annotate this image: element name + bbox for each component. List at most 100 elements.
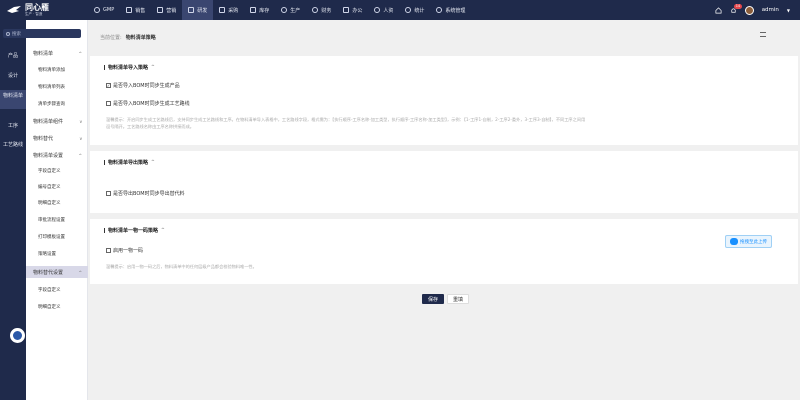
rail-item-bom[interactable]: 物料清单 xyxy=(0,90,26,109)
submenu-item-strategy[interactable]: 策略设置 xyxy=(26,249,88,259)
system-icon xyxy=(436,7,443,13)
menu-search-input[interactable]: 搜索 xyxy=(3,29,81,38)
nav-office[interactable]: 办公 xyxy=(337,0,368,20)
submenu-item-sub-detail-custom[interactable]: 明细自定义 xyxy=(26,302,88,312)
export-strategy-card: 物料清单导出策略 ^ 是否导出BOM时同步导出替代料 xyxy=(90,151,798,213)
logo[interactable]: 同心雁 生产 · 智造 xyxy=(0,0,88,20)
logo-bird-icon xyxy=(7,6,21,13)
checkbox-icon[interactable] xyxy=(106,101,111,106)
section-header[interactable]: 物料清单导入策略 ^ xyxy=(104,64,155,71)
import-tip: 温馨提示：开启同步生成工艺路线后，支持同步生成工艺路线和工序。在物料清单导入表格… xyxy=(106,116,796,130)
group-label: 物料清单组件 xyxy=(33,118,64,125)
production-icon xyxy=(281,7,288,13)
search-placeholder: 搜索 xyxy=(12,31,21,37)
upload-dropzone[interactable]: 拖拽至此上传 xyxy=(725,235,772,248)
one-code-strategy-card: 物料清单一物一码策略 ^ 启用一物一码 温馨提示：启用一物一码之后，物料清单中的… xyxy=(90,219,798,284)
nav-finance[interactable]: 财务 xyxy=(306,0,337,20)
nav-marketing[interactable]: 营销 xyxy=(151,0,182,20)
hr-icon xyxy=(374,7,381,13)
nav-sales[interactable]: 销售 xyxy=(120,0,151,20)
reset-button[interactable]: 重填 xyxy=(447,294,469,304)
avatar[interactable] xyxy=(744,5,754,15)
submenu-item-step-query[interactable]: 清单步骤查询 xyxy=(26,99,88,109)
nav-inventory[interactable]: 库存 xyxy=(244,0,275,20)
upload-label: 拖拽至此上传 xyxy=(740,239,767,245)
submenu-item-bom-list[interactable]: 物料清单列表 xyxy=(26,82,88,92)
finance-icon xyxy=(312,7,319,13)
checkbox-icon[interactable] xyxy=(106,248,111,253)
submenu-item-code-custom[interactable]: 编号自定义 xyxy=(26,182,88,192)
option-one-code[interactable]: 启用一物一码 xyxy=(106,247,143,254)
notification-badge: 14 xyxy=(733,3,743,9)
import-strategy-card: 物料清单导入策略 ^ ✓ 是否导入BOM时同步生成产品 是否导入BOM时同步生成… xyxy=(90,56,798,145)
nav-system[interactable]: 系统管理 xyxy=(430,0,471,20)
user-area: 14 admin ▼ xyxy=(715,3,800,15)
section-header[interactable]: 物料清单导出策略 ^ xyxy=(104,159,155,166)
submenu: 物料清单 ^ 物料清单添加 物料清单列表 清单步骤查询 物料清单组件 v 物料替代 v… xyxy=(26,20,88,400)
cloud-upload-icon xyxy=(730,238,738,245)
option-label: 是否导入BOM时同步生成工艺路线 xyxy=(113,101,190,107)
chevron-down-icon: v xyxy=(79,135,82,141)
nav-hr[interactable]: 人资 xyxy=(368,0,399,20)
submenu-item-detail-custom[interactable]: 明细自定义 xyxy=(26,198,88,208)
rail-item-routing[interactable]: 工艺路线 xyxy=(0,140,26,156)
submenu-group-substitute[interactable]: 物料替代 v xyxy=(26,133,88,143)
nav-label: GMP xyxy=(103,7,115,13)
option-sync-product[interactable]: ✓ 是否导入BOM时同步生成产品 xyxy=(106,82,180,89)
option-export-substitute[interactable]: 是否导出BOM时同步导出替代料 xyxy=(106,190,185,197)
nav-rnd[interactable]: 研发 xyxy=(182,0,214,20)
group-label: 物料替代设置 xyxy=(33,269,64,276)
submenu-item-bom-add[interactable]: 物料清单添加 xyxy=(26,65,88,75)
tip-line: 逗号隔开。工艺路线名称由工序名称拼接而成。 xyxy=(106,124,194,129)
purchase-icon xyxy=(219,7,226,13)
submenu-group-bom-settings[interactable]: 物料清单设置 ^ xyxy=(26,150,88,160)
nav-label: 财务 xyxy=(321,7,332,14)
main-content: 当前位置: 物料清单策略 物料清单导入策略 ^ ✓ 是否导入BOM时同步生成产品 … xyxy=(88,20,800,400)
menu-toggle-icon[interactable] xyxy=(760,32,766,37)
submenu-group-bom[interactable]: 物料清单 ^ xyxy=(26,48,88,58)
group-label: 物料替代 xyxy=(33,135,54,142)
submenu-item-sub-field-custom[interactable]: 字段自定义 xyxy=(26,285,88,295)
option-label: 是否导入BOM时同步生成产品 xyxy=(113,83,180,89)
help-button[interactable] xyxy=(10,328,25,343)
nav-gmp[interactable]: GMP xyxy=(88,0,120,20)
section-bar xyxy=(104,228,105,233)
home-icon[interactable] xyxy=(715,6,722,14)
gmp-icon xyxy=(94,7,100,13)
username[interactable]: admin xyxy=(762,7,779,13)
nav-label: 库存 xyxy=(259,7,270,14)
chevron-down-icon: v xyxy=(79,118,82,124)
nav-label: 统计 xyxy=(414,7,425,14)
submenu-item-field-custom[interactable]: 字段自定义 xyxy=(26,166,88,176)
sales-icon xyxy=(126,7,133,13)
rail-item-design[interactable]: 设计 xyxy=(0,71,26,81)
nav-purchase[interactable]: 采购 xyxy=(213,0,244,20)
checkbox-checked-icon[interactable]: ✓ xyxy=(106,83,111,88)
checkbox-icon[interactable] xyxy=(106,191,111,196)
main-nav: GMP 销售 营销 研发 采购 库存 生产 财务 办公 人资 统计 系统管理 xyxy=(88,0,471,20)
option-sync-routing[interactable]: 是否导入BOM时同步生成工艺路线 xyxy=(106,100,190,107)
nav-label: 系统管理 xyxy=(445,7,466,14)
rail-item-process[interactable]: 工序 xyxy=(0,121,26,131)
search-icon xyxy=(6,31,10,36)
breadcrumb-current: 物料清单策略 xyxy=(125,35,156,41)
group-label: 物料清单 xyxy=(33,50,54,57)
submenu-group-bom-component[interactable]: 物料清单组件 v xyxy=(26,116,88,126)
save-button[interactable]: 保存 xyxy=(422,294,444,304)
nav-stats[interactable]: 统计 xyxy=(399,0,430,20)
tip-line: 温馨提示：开启同步生成工艺路线后，支持同步生成工艺路线和工序。在物料清单导入表格… xyxy=(106,117,586,122)
submenu-item-approval[interactable]: 审批流程设置 xyxy=(26,215,88,225)
nav-label: 人资 xyxy=(383,7,394,14)
nav-label: 销售 xyxy=(135,7,146,14)
rail-item-product[interactable]: 产品 xyxy=(0,51,26,61)
submenu-item-print-template[interactable]: 打印模板设置 xyxy=(26,232,88,242)
chevron-up-icon: ^ xyxy=(151,160,155,165)
stats-icon xyxy=(405,7,412,13)
notification-bell[interactable]: 14 xyxy=(730,3,743,14)
nav-production[interactable]: 生产 xyxy=(275,0,306,20)
submenu-group-substitute-settings[interactable]: 物料替代设置 ^ xyxy=(26,266,88,278)
chevron-down-icon[interactable]: ▼ xyxy=(787,8,790,13)
marketing-icon xyxy=(157,7,164,13)
section-header[interactable]: 物料清单一物一码策略 ^ xyxy=(104,227,165,234)
module-rail: 产品 设计 物料清单 工序 工艺路线 xyxy=(0,20,26,400)
